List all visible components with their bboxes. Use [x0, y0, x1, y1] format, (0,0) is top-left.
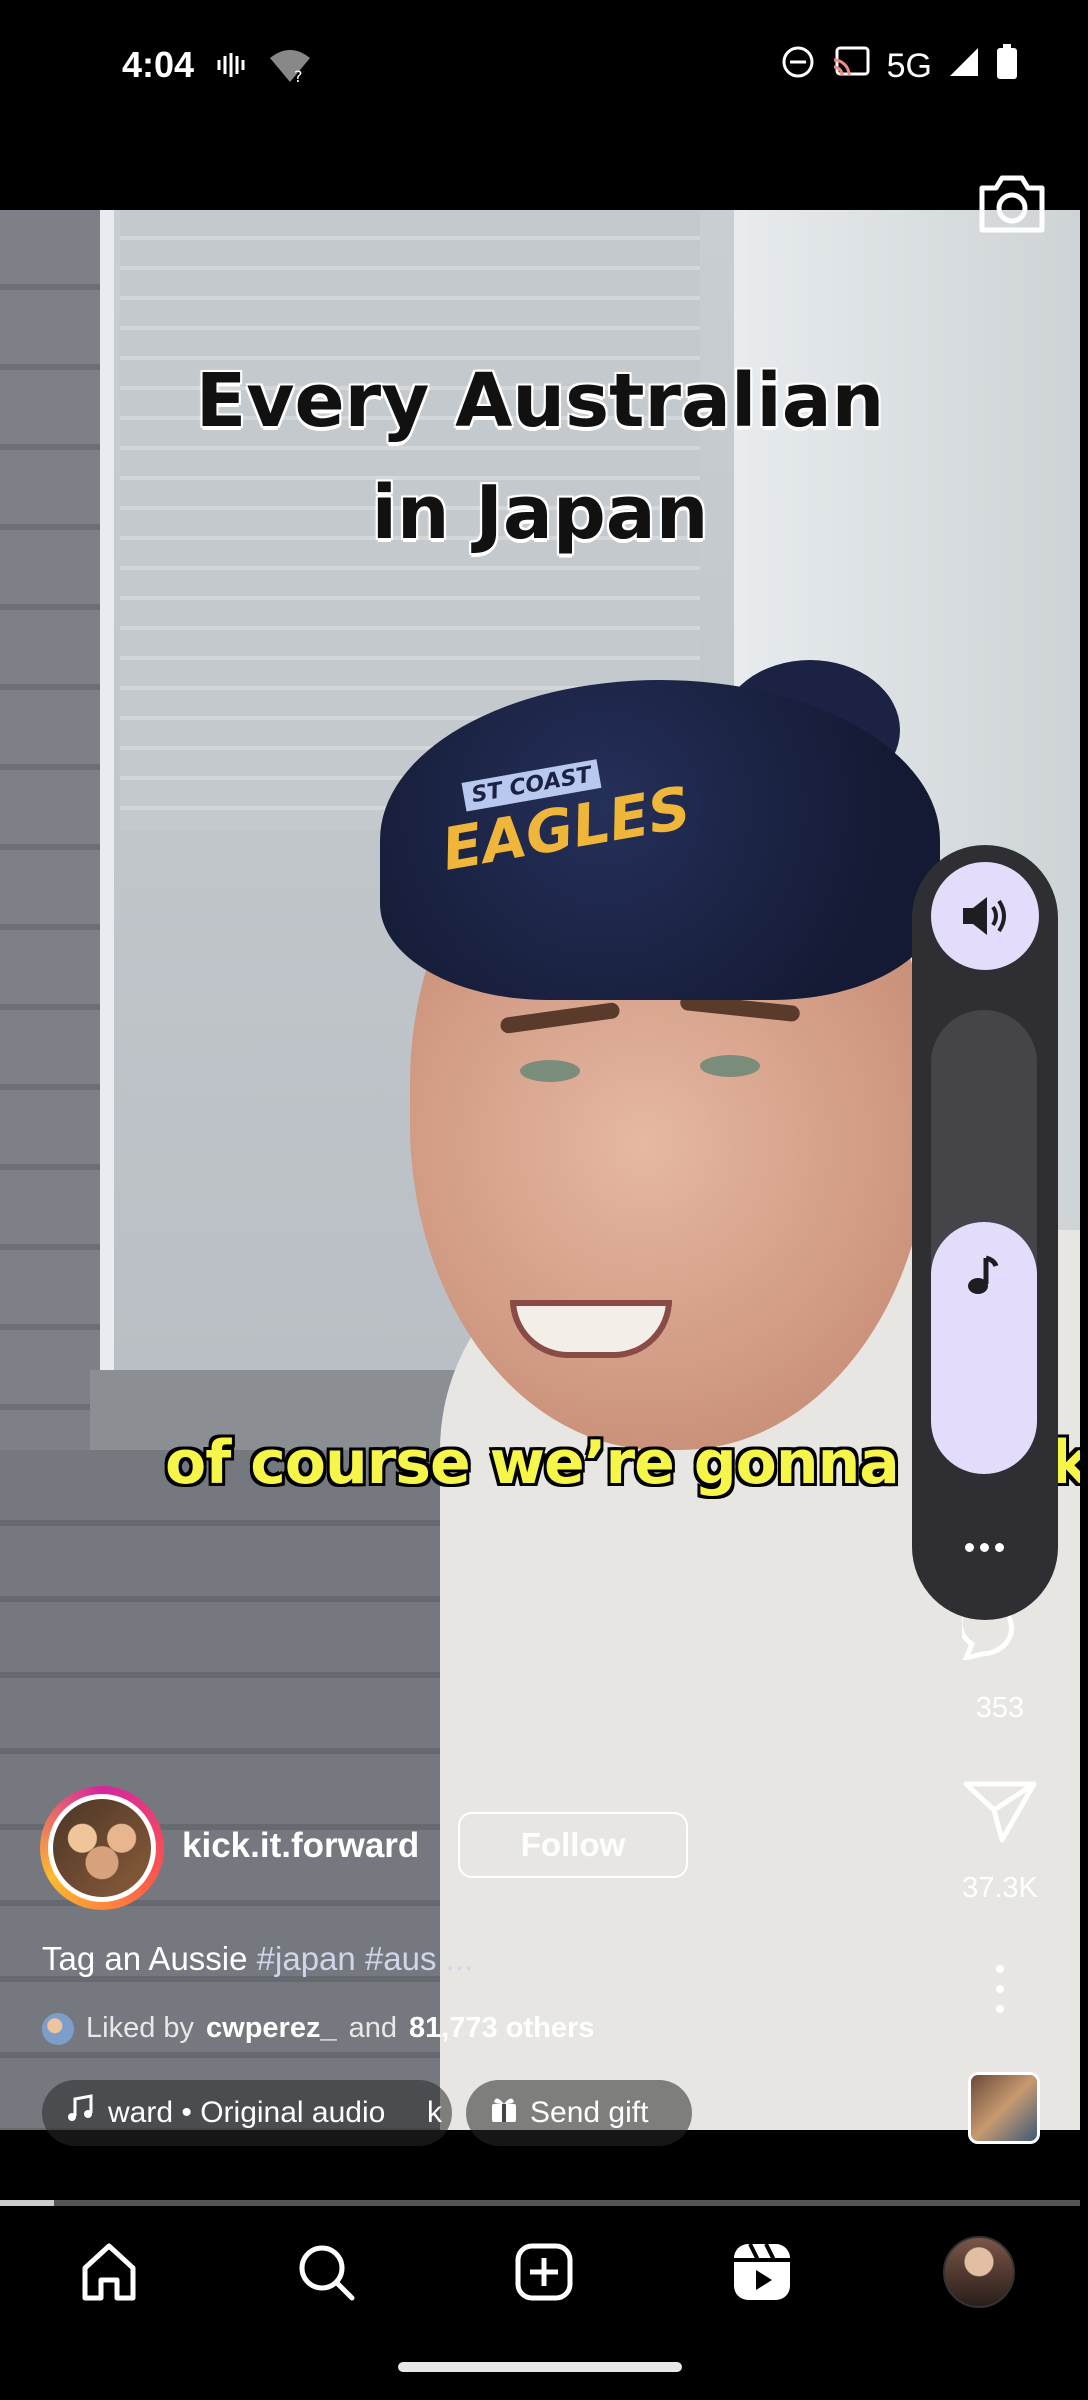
cast-icon [831, 45, 871, 88]
more-options-icon[interactable] [990, 1965, 1010, 2013]
wifi-unknown-icon: ? [268, 48, 312, 89]
liked-and: and [348, 2012, 397, 2044]
follow-button[interactable]: Follow [458, 1812, 688, 1878]
liked-user[interactable]: cwperez_ [206, 2012, 337, 2045]
gift-label: Send gift [530, 2096, 649, 2129]
reels-icon[interactable] [717, 2227, 807, 2317]
home-indicator[interactable] [398, 2362, 682, 2372]
status-icons: 5G [781, 44, 1018, 89]
liked-prefix: Liked by [86, 2012, 195, 2044]
status-bar: 4:04 ? 5G [0, 0, 1088, 140]
battery-icon [996, 44, 1018, 89]
volume-more-icon[interactable] [958, 1532, 1010, 1562]
liked-by[interactable]: Liked by cwperez_ and 81,773 others [42, 2012, 594, 2045]
caption-text: Tag an Aussie [42, 1940, 248, 1977]
bottom-navigation [0, 2222, 1088, 2322]
status-time: 4:04 [122, 44, 195, 85]
share-icon[interactable] [962, 1778, 1038, 1844]
audio-label: ward • Original audio k [108, 2096, 442, 2129]
audio-thumbnail[interactable] [968, 2072, 1040, 2144]
music-icon [66, 2094, 96, 2132]
vibrate-icon [216, 50, 246, 85]
profile-nav[interactable] [934, 2227, 1024, 2317]
liker-avatar [42, 2012, 74, 2045]
comments-count: 353 [975, 1692, 1025, 1724]
search-icon[interactable] [281, 2227, 371, 2317]
shares-count: 37.3K [962, 1872, 1038, 1904]
caption-hashtags[interactable]: #japan #aus ... [257, 1940, 474, 1977]
home-icon[interactable] [64, 2227, 154, 2317]
gift-icon [490, 2094, 518, 2132]
post-username[interactable]: kick.it.forward [182, 1826, 419, 1866]
headline-line-1: Every Australian [195, 358, 885, 444]
profile-avatar[interactable] [943, 2236, 1016, 2308]
avatar[interactable] [53, 1799, 151, 1897]
liked-others[interactable]: 81,773 others [409, 2012, 594, 2045]
send-gift-button[interactable]: Send gift [466, 2080, 692, 2146]
video-progress-fill [0, 2200, 54, 2206]
video-headline: Every Australian in Japan [140, 345, 940, 569]
right-eye [700, 1055, 760, 1077]
audio-pill[interactable]: ward • Original audio k [42, 2080, 452, 2146]
create-icon[interactable] [499, 2227, 589, 2317]
speaker-icon[interactable] [931, 862, 1039, 970]
music-note-icon [964, 1254, 1004, 1298]
network-type: 5G [886, 47, 932, 85]
headline-line-2: in Japan [371, 470, 709, 556]
camera-icon[interactable] [976, 168, 1048, 240]
post-caption[interactable]: Tag an Aussie #japan #aus ... [42, 1940, 473, 1978]
video-progress-track[interactable] [0, 2200, 1080, 2206]
svg-text:?: ? [294, 67, 303, 84]
dnd-icon [781, 45, 815, 88]
left-eye [520, 1060, 580, 1082]
signal-icon [948, 46, 980, 87]
video-subtitle: of course we’re gonna drink [165, 1428, 1080, 1498]
